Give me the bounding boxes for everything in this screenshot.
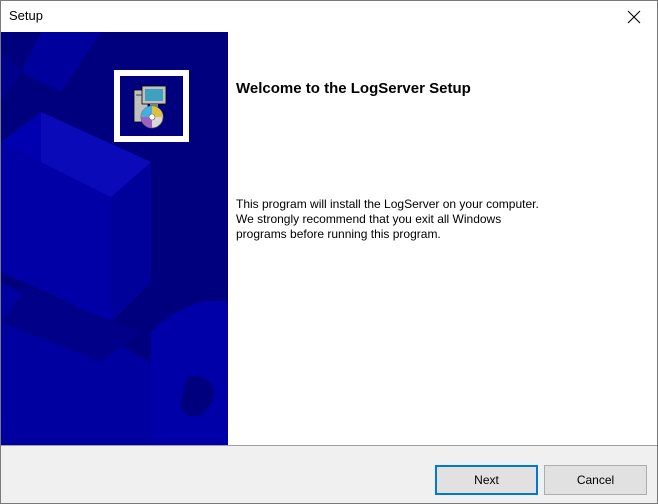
description-line: programs before running this program. [236, 227, 441, 241]
button-bar: Next Cancel [1, 446, 657, 503]
welcome-description: This program will install the LogServer … [236, 197, 636, 242]
wizard-content: Welcome to the LogServer Setup This prog… [1, 32, 657, 445]
window-title: Setup [9, 8, 43, 23]
welcome-heading: Welcome to the LogServer Setup [236, 80, 471, 97]
close-icon [627, 10, 641, 23]
description-line: This program will install the LogServer … [236, 197, 539, 211]
setup-installer-icon [133, 85, 167, 129]
setup-window: Setup Welcome to the LogServer Setup Thi… [0, 0, 658, 504]
description-line: We strongly recommend that you exit all … [236, 212, 502, 226]
close-button[interactable] [611, 1, 657, 32]
cancel-button[interactable]: Cancel [544, 465, 647, 495]
setup-icon-background [120, 76, 183, 136]
title-bar: Setup [1, 1, 657, 32]
setup-icon-frame [114, 70, 189, 142]
side-banner [1, 32, 228, 445]
next-button[interactable]: Next [435, 465, 538, 495]
